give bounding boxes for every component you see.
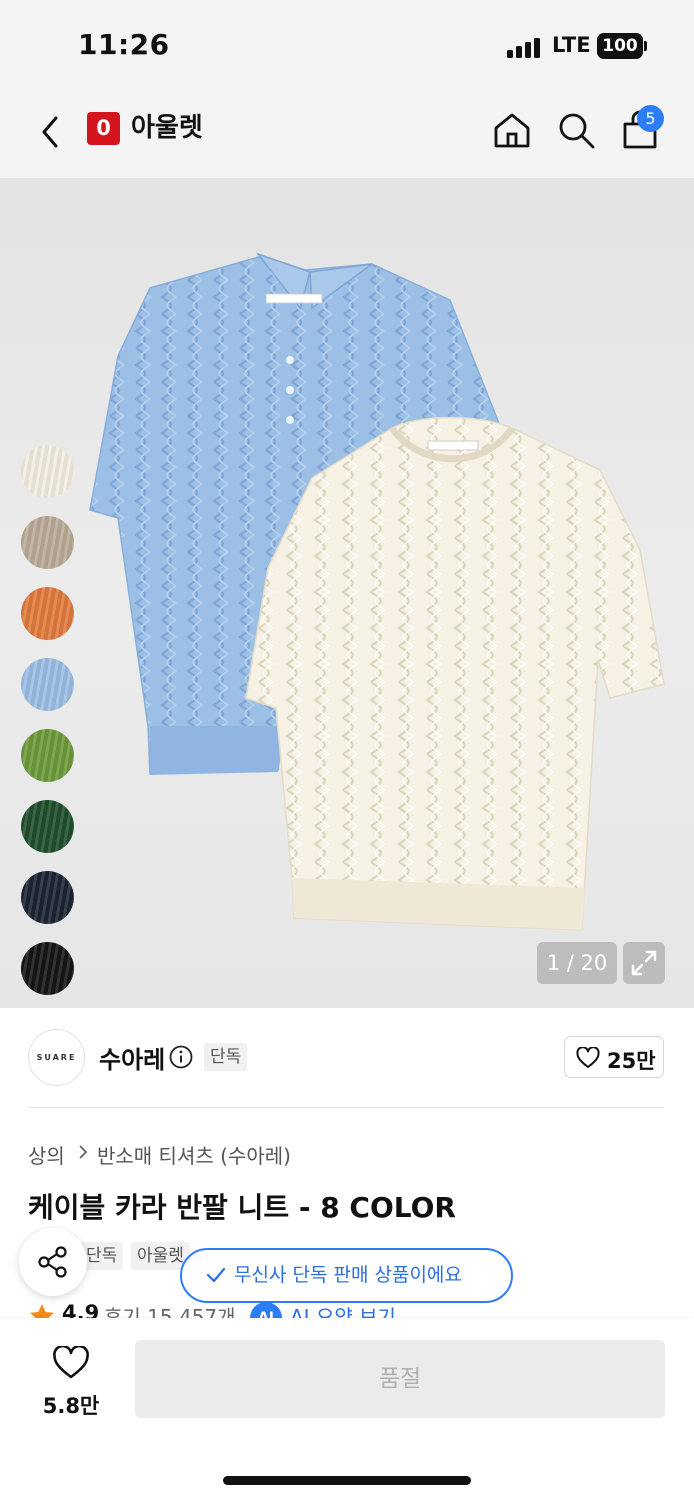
exclusive-tag: 단독 [204, 1043, 248, 1071]
home-indicator [223, 1476, 471, 1485]
wishlist-button[interactable]: 5.8만 [30, 1340, 112, 1420]
expand-image-button[interactable] [623, 942, 665, 984]
brand-logo[interactable]: SUARE [28, 1029, 85, 1086]
cart-count-badge: 5 [637, 105, 664, 132]
check-icon [206, 1267, 226, 1283]
brand-info-button[interactable] [169, 1045, 193, 1069]
share-button[interactable] [19, 1228, 87, 1296]
network-label: LTE [552, 33, 591, 57]
color-swatch-navy[interactable] [21, 871, 74, 924]
image-counter: 1 / 20 [537, 942, 617, 984]
breadcrumb-subcategory[interactable]: 반소매 티셔츠 (수아레) [97, 1140, 291, 1169]
color-swatch-orange[interactable] [21, 587, 74, 640]
brand-like-button[interactable]: 25만 [564, 1036, 664, 1078]
color-swatch-dark-green[interactable] [21, 800, 74, 853]
back-button[interactable] [36, 112, 66, 152]
search-button[interactable] [556, 110, 596, 150]
info-icon [169, 1045, 193, 1069]
divider [28, 1107, 664, 1108]
battery-icon: 100 [597, 33, 643, 59]
nav-bar: 0 아울렛 5 [0, 90, 694, 178]
status-bar: 11:26 LTE 100 [0, 0, 694, 90]
heart-icon [576, 1047, 600, 1068]
home-button[interactable] [492, 110, 532, 150]
heart-icon [53, 1346, 89, 1379]
brand-like-count: 25만 [607, 1049, 656, 1073]
wishlist-count: 5.8만 [42, 1394, 100, 1418]
search-icon [559, 113, 595, 149]
breadcrumb-category[interactable]: 상의 [28, 1140, 65, 1169]
color-swatch-black[interactable] [21, 942, 74, 995]
rating-row: 4.9 후기 15,457개 AI AI 요약 보기 [28, 1300, 668, 1320]
signal-icon [507, 36, 543, 58]
color-swatch-sky-blue[interactable] [21, 658, 74, 711]
product-gallery[interactable]: 1 / 20 [0, 178, 694, 1008]
product-title: 케이블 카라 반팔 니트 - 8 COLOR [28, 1191, 456, 1224]
battery-tip [644, 41, 647, 51]
color-swatch-green[interactable] [21, 729, 74, 782]
crew-body [245, 416, 665, 931]
color-swatch-ivory[interactable] [21, 445, 74, 498]
page-title: 아울렛 [131, 113, 203, 143]
home-icon [494, 113, 530, 148]
share-icon [38, 1246, 67, 1278]
soldout-button[interactable]: 품절 [135, 1340, 665, 1418]
exclusive-notice-toast[interactable]: 무신사 단독 판매 상품이에요 [180, 1248, 513, 1303]
chevron-left-icon [42, 116, 58, 148]
exclusive-notice-text: 무신사 단독 판매 상품이에요 [234, 1264, 462, 1286]
chevron-right-icon [79, 1145, 88, 1159]
outlet-logo: 0 [87, 112, 120, 145]
color-swatch-beige[interactable] [21, 516, 74, 569]
status-time: 11:26 [78, 28, 170, 61]
product-image [89, 252, 665, 931]
expand-icon [631, 950, 657, 976]
bottom-action-bar: 5.8만 품절 [0, 1318, 694, 1500]
brand-name[interactable]: 수아레 [99, 1040, 165, 1075]
polo-hem [150, 726, 284, 775]
